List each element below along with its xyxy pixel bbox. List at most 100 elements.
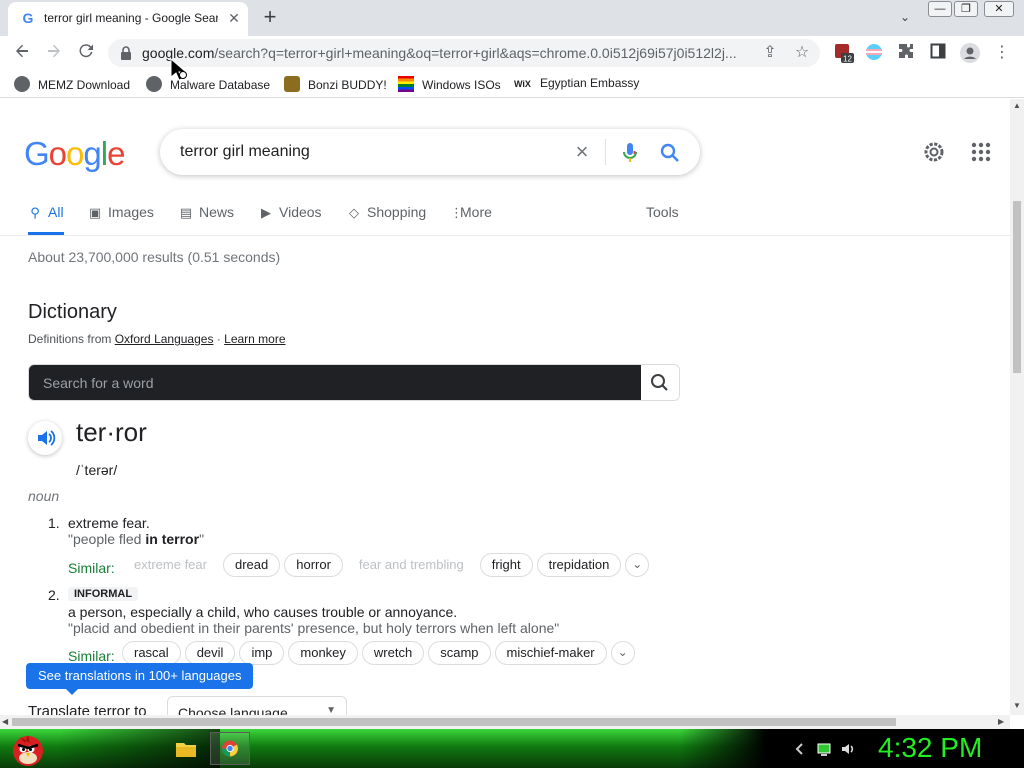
google-apps-grid-icon[interactable] (969, 140, 993, 164)
similar-chip[interactable]: horror (284, 553, 343, 577)
similar-chip[interactable]: trepidation (536, 553, 622, 577)
scrollbar-thumb[interactable] (1013, 201, 1021, 373)
similar-chip[interactable]: rascal (122, 641, 181, 665)
search-results-page: Google × ⚲ All ▣ Images ▤ News ▶ Videos ◇ Sho… (0, 99, 1010, 715)
tab-label: Tools (646, 204, 679, 220)
similar-chip[interactable]: wretch (361, 641, 425, 665)
bookmark-label: MEMZ Download (38, 78, 131, 92)
share-icon[interactable]: ⇪ (760, 43, 780, 63)
tab-close-icon[interactable]: ✕ (226, 10, 242, 26)
chevron-down-icon[interactable]: ⌄ (625, 553, 650, 577)
dropdown-arrow-icon: ▼ (326, 705, 336, 715)
chrome-menu-icon[interactable]: ⋮ (992, 43, 1012, 63)
oxford-languages-link[interactable]: Oxford Languages (115, 332, 214, 346)
tab-images[interactable]: ▣ Images (88, 199, 154, 235)
search-icon[interactable] (658, 141, 682, 165)
google-logo[interactable]: Google (24, 135, 125, 173)
tab-title: terror girl meaning - Google Search (44, 11, 218, 25)
clear-icon[interactable]: × (570, 140, 594, 164)
similar-chip[interactable]: monkey (288, 641, 358, 665)
bookmark-label: Bonzi BUDDY! (308, 78, 387, 92)
address-bar[interactable]: google.com/search?q=terror+girl+meaning&… (108, 39, 820, 67)
scroll-up-icon[interactable]: ▲ (1013, 101, 1021, 110)
tab-videos[interactable]: ▶ Videos (259, 199, 322, 235)
browser-tab[interactable]: G terror girl meaning - Google Search ✕ (8, 2, 248, 36)
chrome-taskbar-button[interactable] (210, 732, 250, 765)
forward-button[interactable] (42, 41, 66, 65)
similar-chip[interactable]: extreme fear (122, 553, 219, 577)
globe-icon (146, 76, 162, 92)
bonzi-icon (284, 76, 300, 92)
reload-button[interactable] (74, 41, 98, 65)
side-panel-icon[interactable] (928, 43, 948, 63)
bookmark-memz-download[interactable]: MEMZ Download (14, 76, 130, 94)
bookmark-bonzi-buddy[interactable]: Bonzi BUDDY! (284, 76, 387, 94)
back-button[interactable] (10, 41, 34, 65)
similar-chips: extreme fear dread horror fear and tremblin… (122, 553, 650, 579)
bookmarks-bar: MEMZ Download Malware Database Bonzi BUD… (0, 70, 1024, 98)
word-search-input[interactable] (29, 365, 641, 400)
pronunciation-button[interactable] (28, 421, 62, 455)
restore-button[interactable]: ❐ (954, 1, 978, 17)
learn-more-link[interactable]: Learn more (224, 332, 285, 346)
volume-icon[interactable] (840, 741, 856, 757)
search-input[interactable] (180, 141, 560, 163)
horizontal-scrollbar[interactable]: ◀ ▶ (0, 715, 1010, 729)
tab-more[interactable]: ⋮More (450, 199, 492, 235)
file-explorer-icon[interactable] (174, 737, 198, 761)
tray-expand-icon[interactable] (792, 741, 808, 757)
settings-gear-icon[interactable] (922, 140, 946, 164)
tab-shopping[interactable]: ◇ Shopping (347, 199, 426, 235)
network-icon[interactable] (816, 741, 832, 757)
url-text[interactable]: google.com/search?q=terror+girl+meaning&… (142, 45, 752, 61)
search-box[interactable]: × (160, 129, 700, 175)
tab-all[interactable]: ⚲ All (28, 199, 64, 235)
scrollbar-thumb[interactable] (12, 718, 896, 726)
profile-avatar-icon[interactable] (960, 43, 980, 63)
bookmark-star-icon[interactable]: ☆ (792, 43, 812, 63)
similar-chip[interactable]: fear and trembling (346, 553, 476, 577)
scroll-down-icon[interactable]: ▼ (1013, 701, 1021, 710)
tab-strip: G terror girl meaning - Google Search ✕ … (0, 0, 1024, 36)
similar-chip[interactable]: fright (479, 553, 533, 577)
angry-bird-start-icon[interactable] (6, 729, 48, 768)
dictionary-title: Dictionary (28, 301, 117, 323)
chevron-down-icon[interactable]: ⌄ (610, 641, 635, 665)
tab-label: Images (108, 204, 154, 220)
scroll-right-icon[interactable]: ▶ (998, 717, 1004, 726)
microphone-icon[interactable] (618, 141, 642, 165)
video-icon: ▶ (261, 205, 271, 220)
similar-chip[interactable]: imp (239, 641, 285, 665)
google-favicon-icon: G (22, 10, 34, 26)
see-translations-button[interactable]: See translations in 100+ languages (26, 663, 254, 695)
tab-news[interactable]: ▤ News (179, 199, 234, 235)
similar-chip[interactable]: dread (222, 553, 281, 577)
extensions-puzzle-icon[interactable] (896, 43, 916, 63)
word-search-box (28, 364, 680, 401)
image-icon: ▣ (88, 205, 102, 220)
bookmark-egyptian-embassy[interactable]: WiX Egyptian Embassy (514, 76, 639, 94)
minimize-button[interactable]: — (928, 1, 952, 17)
choose-language-select[interactable]: Choose language ▼ (167, 696, 347, 715)
vertical-scrollbar[interactable]: ▲ ▼ (1010, 99, 1024, 715)
similar-chip[interactable]: mischief-maker (494, 641, 607, 665)
headword: ter·ror (76, 417, 147, 447)
extension-badge-icon[interactable]: 12 (834, 43, 854, 64)
bookmark-label: Windows ISOs (422, 78, 501, 92)
scroll-left-icon[interactable]: ◀ (2, 717, 8, 726)
tab-label: Shopping (367, 204, 427, 220)
bookmark-windows-isos[interactable]: Windows ISOs (398, 76, 501, 94)
close-window-button[interactable]: ✕ (984, 1, 1014, 17)
tab-search-chevron-icon[interactable]: ⌄ (896, 8, 914, 26)
trans-flag-extension-icon[interactable] (864, 43, 884, 63)
similar-chip[interactable]: scamp (428, 641, 491, 665)
bookmark-malware-database[interactable]: Malware Database (146, 76, 270, 94)
taskbar-clock[interactable]: 4:32 PM (878, 732, 982, 764)
similar-label: Similar: (68, 648, 115, 664)
similar-chip[interactable]: devil (184, 641, 236, 665)
definition-number: 1. (48, 515, 60, 531)
new-tab-button[interactable]: + (258, 6, 282, 30)
word-search-button[interactable] (641, 365, 679, 400)
search-tabs: ⚲ All ▣ Images ▤ News ▶ Videos ◇ Shopping ⋮Mo… (0, 199, 1010, 236)
tab-tools[interactable]: Tools (646, 199, 679, 235)
